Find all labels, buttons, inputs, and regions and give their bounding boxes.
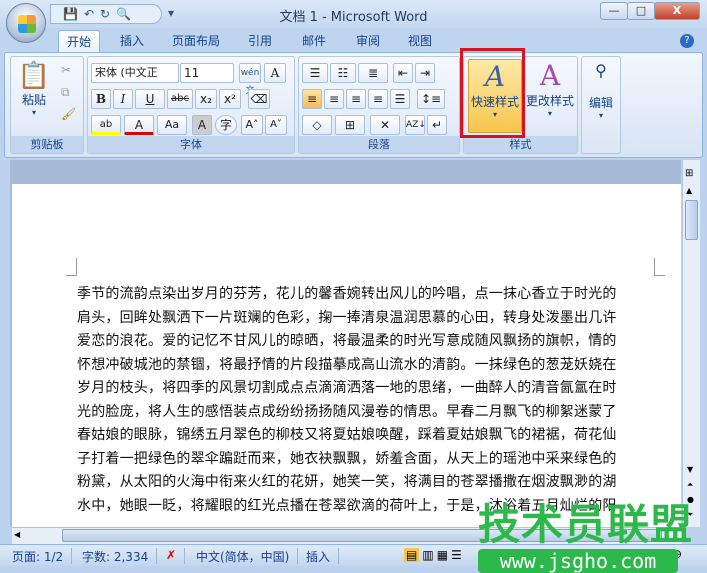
change-case-button[interactable]: Aa <box>157 115 187 135</box>
bullets-icon[interactable]: ☰ <box>302 63 328 83</box>
editing-group: ⚲ 编辑 ▾ <box>581 56 621 154</box>
change-styles-button[interactable]: A 更改样式 ▾ <box>524 59 576 118</box>
grow-font-button[interactable]: A˄ <box>241 115 263 135</box>
line-spacing-icon[interactable]: ↕≡ <box>417 89 445 109</box>
subscript-button[interactable]: x₂ <box>195 89 217 109</box>
font-name-select[interactable]: 宋体 (中文正 <box>91 63 179 83</box>
clipboard-group-label: 剪贴板 <box>11 136 83 153</box>
clear-formatting-icon[interactable]: ⌫ <box>248 89 270 109</box>
underline-button[interactable]: U <box>135 89 165 109</box>
text-line[interactable]: 爱恋的浪花。爱的记忆不甘风儿的晾晒，将最温柔的时光写意成随风飘扬的旗帜，情的 <box>77 330 617 350</box>
align-center-icon[interactable]: ≡ <box>324 89 344 109</box>
show-marks-icon[interactable]: ↵ <box>427 115 447 135</box>
strikethrough-button[interactable]: abc <box>167 89 193 109</box>
superscript-button[interactable]: x² <box>219 89 241 109</box>
text-line[interactable]: 肩头，回眸处飘洒下一片斑斓的色彩，掬一捧清泉温润思慕的心田，转身处泼墨出几许 <box>77 307 617 327</box>
increase-indent-icon[interactable]: ⇥ <box>415 63 435 83</box>
vertical-scrollbar[interactable]: ⊞ ▲ ▼ ⏶ ● ⏷ <box>682 160 700 527</box>
scroll-thumb[interactable] <box>685 200 698 240</box>
scroll-left-icon[interactable]: ◀ <box>14 530 20 539</box>
maximize-button[interactable]: □ <box>627 2 655 20</box>
shrink-font-button[interactable]: A˅ <box>265 115 287 135</box>
cut-icon[interactable]: ✂ <box>61 63 71 77</box>
paste-icon: 📋 <box>17 61 51 91</box>
font-color-button[interactable]: A <box>124 115 154 135</box>
text-line[interactable]: 春姑娘的眼脉，锦绣五月翠色的柳枝又将夏姑娘唤醒，踩着夏姑娘飘飞的裙裾，荷花仙 <box>77 424 617 444</box>
insert-mode[interactable]: 插入 <box>298 548 340 564</box>
paste-button[interactable]: 📋 粘贴 ▾ <box>17 61 51 117</box>
language[interactable]: 中文(简体，中国) <box>188 548 299 564</box>
text-line[interactable]: 怀想冲破城池的禁锢，将最抒情的片段描摹成高山流水的清韵。一抹绿色的葱茏妖娆在 <box>77 354 617 374</box>
align-left-icon[interactable]: ≡ <box>302 89 322 109</box>
print-layout-icon[interactable]: ▤ <box>404 548 420 562</box>
copy-icon[interactable]: ⧉ <box>61 85 70 100</box>
change-styles-icon: A <box>539 59 561 92</box>
tab-view[interactable]: 视图 <box>400 30 440 52</box>
character-border-button[interactable]: A <box>264 63 286 83</box>
text-line[interactable]: 岁月的枝头，将四季的风景切割成点点滴滴洒落一地的思绪，一曲醉人的清音氤氲在时 <box>77 377 617 397</box>
undo-icon[interactable]: ↶ <box>84 7 94 21</box>
paragraph-group: ☰ ☷ ≣ ⇤ ⇥ ≡ ≡ ≡ ≡ ☰ ↕≡ ◇ ⊞ ✕ AZ↓ ↵ 段落 <box>298 56 460 154</box>
align-right-icon[interactable]: ≡ <box>346 89 366 109</box>
help-icon[interactable]: ? <box>680 34 694 48</box>
tab-page-layout[interactable]: 页面布局 <box>164 30 228 52</box>
close-button[interactable]: X <box>654 2 700 20</box>
format-painter-icon[interactable]: 🖌 <box>61 107 76 121</box>
tab-references[interactable]: 引用 <box>240 30 280 52</box>
office-logo-icon <box>18 15 36 33</box>
full-screen-reading-icon[interactable]: ▥ <box>422 548 433 562</box>
phonetic-guide-button[interactable]: wén 文 <box>239 63 261 96</box>
office-button[interactable] <box>6 3 46 43</box>
font-group: 宋体 (中文正 11 wén 文 A B I U abc x₂ x² ⌫ ab … <box>87 56 295 154</box>
paragraph-group-label: 段落 <box>299 136 459 153</box>
minimize-button[interactable]: — <box>600 2 628 20</box>
italic-button[interactable]: I <box>113 89 133 109</box>
save-icon[interactable]: 💾 <box>63 7 78 21</box>
text-line[interactable]: 光的脸庞，将人生的感悟装点成纷纷扬扬随风漫卷的情思。早春二月飘飞的柳絮迷蒙了 <box>77 401 617 421</box>
tab-home[interactable]: 开始 <box>58 30 101 52</box>
binoculars-icon: ⚲ <box>595 61 607 80</box>
proofing-icon[interactable]: ✗ <box>158 548 186 564</box>
highlight-button[interactable]: ab <box>91 115 121 135</box>
scroll-up-icon[interactable]: ▲ <box>686 186 692 195</box>
redo-icon[interactable]: ↻ <box>100 7 110 21</box>
editing-button[interactable]: ⚲ 编辑 ▾ <box>584 61 618 120</box>
text-line[interactable]: 季节的流韵点染出岁月的芬芳，花儿的馨香婉转出风儿的吟唱，点一抹心香立于时光的 <box>77 283 617 303</box>
outline-icon[interactable]: ☰ <box>451 548 462 562</box>
multilevel-list-icon[interactable]: ≣ <box>358 63 388 83</box>
clipboard-group: 📋 粘贴 ▾ ✂ ⧉ 🖌 剪贴板 <box>10 56 84 154</box>
justify-icon[interactable]: ≡ <box>368 89 388 109</box>
character-shading-button[interactable]: A <box>192 115 212 135</box>
highlight-box <box>460 48 525 138</box>
ruler-toggle-icon[interactable]: ⊞ <box>685 168 693 179</box>
previous-page-icon[interactable]: ⏶ <box>687 480 693 490</box>
web-layout-icon[interactable]: ▦ <box>437 548 448 562</box>
distributed-icon[interactable]: ☰ <box>390 89 410 109</box>
borders-icon[interactable]: ⊞ <box>335 115 365 135</box>
font-group-label: 字体 <box>88 136 294 153</box>
watermark-logo: 技术员联盟 www.jsgho.com <box>478 500 694 573</box>
numbering-icon[interactable]: ☷ <box>330 63 356 83</box>
customize-qat-button[interactable]: ▾ <box>168 6 174 20</box>
print-preview-icon[interactable]: 🔍 <box>116 7 131 21</box>
text-line[interactable]: 粉黛，从太阳的火海中衔来火红的花妍，她笑一笑，将满目的苍翠播撒在烟波飘渺的湖 <box>77 471 617 491</box>
shading-icon[interactable]: ◇ <box>302 115 332 135</box>
asian-layout-icon[interactable]: ✕ <box>370 115 400 135</box>
styles-group-label: 样式 <box>464 136 577 153</box>
text-line[interactable]: 子打着一把绿色的翠伞蹁跹而来，她衣袂飘飘，娇羞含面，从天上的瑶池中采来绿色的 <box>77 448 617 468</box>
decrease-indent-icon[interactable]: ⇤ <box>393 63 413 83</box>
tab-review[interactable]: 审阅 <box>348 30 388 52</box>
font-size-select[interactable]: 11 <box>180 63 234 83</box>
quick-access-toolbar: 💾 ↶ ↻ 🔍 <box>50 4 162 24</box>
scroll-down-icon[interactable]: ▼ <box>687 465 693 474</box>
tab-insert[interactable]: 插入 <box>112 30 152 52</box>
word-count[interactable]: 字数: 2,334 <box>74 548 158 564</box>
enclose-characters-button[interactable]: 字 <box>215 115 237 135</box>
tab-mailings[interactable]: 邮件 <box>294 30 334 52</box>
page-count[interactable]: 页面: 1/2 <box>4 548 73 564</box>
bold-button[interactable]: B <box>91 89 111 109</box>
sort-icon[interactable]: AZ↓ <box>405 115 426 135</box>
